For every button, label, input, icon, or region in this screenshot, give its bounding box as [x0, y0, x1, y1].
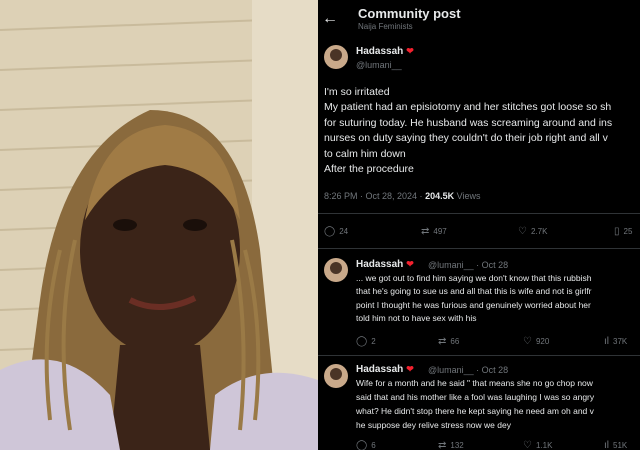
author-handle[interactable]: @lumani__ · Oct 28: [428, 365, 508, 375]
reply-button[interactable]: ◯ 24: [324, 226, 348, 237]
heart-outline-icon: ♡: [523, 336, 532, 347]
like-button[interactable]: ♡ 2.7K: [518, 226, 547, 237]
repost-icon: ⇄: [438, 440, 447, 450]
heart-icon: ❤: [406, 364, 414, 374]
heart-icon: ❤: [406, 46, 414, 56]
repost-icon: ⇄: [421, 226, 430, 237]
post-timestamp: 8:26 PM · Oct 28, 2024 · 204.5K Views: [324, 191, 481, 201]
divider: [318, 355, 640, 356]
divider: [318, 213, 640, 214]
divider: [318, 248, 640, 249]
avatar[interactable]: [324, 45, 348, 69]
repost-button[interactable]: ⇄ 66: [438, 336, 459, 347]
reply-button[interactable]: ◯ 6: [356, 440, 376, 450]
community-post-panel: ← Community post Naija Feminists Hadassa…: [318, 0, 640, 450]
repost-icon: ⇄: [438, 336, 447, 347]
reply-icon: ◯: [356, 336, 368, 347]
author-name[interactable]: Hadassah ❤: [356, 364, 414, 375]
views-icon: ıl: [604, 336, 609, 347]
reply-icon: ◯: [356, 440, 368, 450]
view-count: 204.5K: [425, 191, 455, 201]
views-button[interactable]: ıl 51K: [604, 440, 627, 450]
bookmark-button[interactable]: ▯ 25: [614, 226, 632, 237]
like-button[interactable]: ♡ 1.1K: [523, 440, 552, 450]
avatar[interactable]: [324, 364, 348, 388]
views-icon: ıl: [604, 440, 609, 450]
avatar[interactable]: [324, 258, 348, 282]
author-handle[interactable]: @lumani__ · Oct 28: [428, 260, 508, 270]
reply-button[interactable]: ◯ 2: [356, 336, 376, 347]
top-bar: ← Community post Naija Feminists: [318, 0, 640, 38]
profile-photo: [0, 0, 318, 450]
back-arrow-icon[interactable]: ←: [322, 10, 338, 28]
author-name[interactable]: Hadassah ❤: [356, 46, 414, 57]
heart-outline-icon: ♡: [518, 226, 527, 237]
author-name[interactable]: Hadassah ❤: [356, 259, 414, 270]
page-title: Community post: [358, 6, 461, 21]
heart-outline-icon: ♡: [523, 440, 532, 450]
views-button[interactable]: ıl 37K: [604, 336, 627, 347]
community-name[interactable]: Naija Feminists: [358, 22, 413, 31]
reply-icon: ◯: [324, 226, 336, 237]
repost-button[interactable]: ⇄ 132: [438, 440, 464, 450]
repost-button[interactable]: ⇄ 497: [421, 226, 447, 237]
like-button[interactable]: ♡ 920: [523, 336, 549, 347]
bookmark-icon: ▯: [614, 226, 620, 237]
heart-icon: ❤: [406, 259, 414, 269]
author-handle[interactable]: @lumani__: [356, 60, 402, 70]
